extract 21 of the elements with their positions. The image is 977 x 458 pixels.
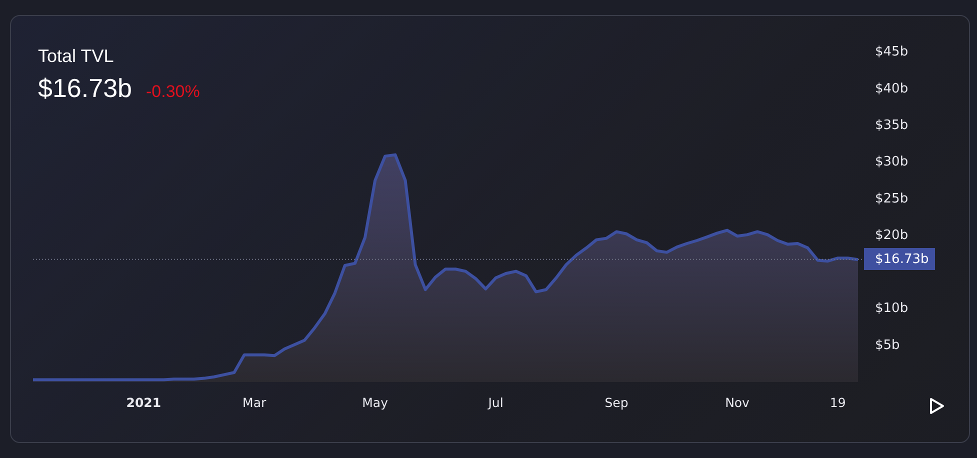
x-axis-label: Mar <box>242 395 266 410</box>
current-value-label: $16.73b <box>864 248 935 270</box>
play-button[interactable] <box>927 396 947 416</box>
y-axis-label: $5b <box>875 338 900 353</box>
x-axis-label: Nov <box>725 395 750 410</box>
total-value: $16.73b <box>38 73 132 104</box>
y-axis-label: $20b <box>875 228 908 243</box>
play-icon <box>927 396 947 416</box>
y-axis-label: $10b <box>875 301 908 316</box>
x-axis-label: May <box>362 395 388 410</box>
y-axis-label: $45b <box>875 44 908 60</box>
x-axis-label: 19 <box>830 395 846 410</box>
y-axis-label: $30b <box>875 154 908 170</box>
change-percent: -0.30% <box>146 82 200 102</box>
y-axis-label: $40b <box>875 81 908 96</box>
x-axis-label: Jul <box>488 395 504 410</box>
y-axis-label: $35b <box>875 118 908 133</box>
chart-title: Total TVL <box>38 46 115 67</box>
x-axis-label: 2021 <box>126 395 162 410</box>
x-axis-label: Sep <box>604 395 628 410</box>
y-axis-label: $25b <box>875 191 908 206</box>
